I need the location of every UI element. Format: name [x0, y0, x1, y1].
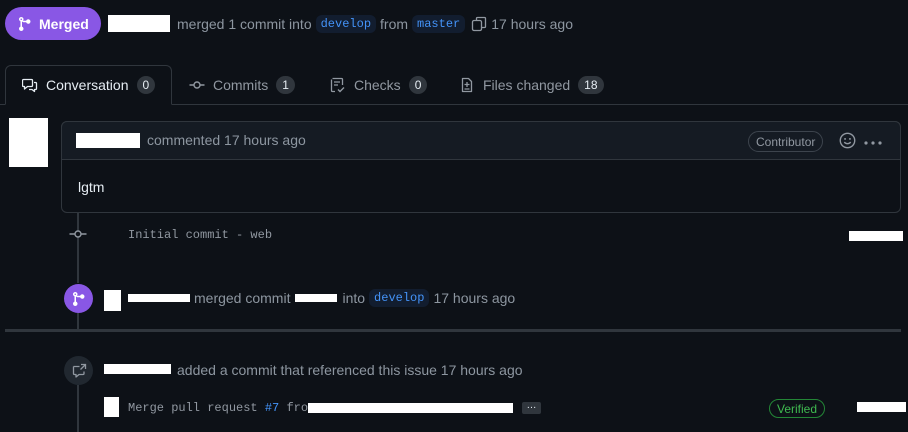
cross-reference-badge [64, 356, 93, 385]
tab-commits[interactable]: Commits 1 [189, 65, 295, 105]
merge-summary: merged 1 commit into develop from master… [177, 14, 573, 34]
merger-name-redacted[interactable] [128, 294, 190, 302]
kebab-horizontal-icon[interactable] [864, 135, 882, 151]
timeline-line [77, 213, 79, 283]
merge-event-time: 17 hours ago [433, 290, 516, 306]
merge-into-text: into [342, 290, 366, 306]
tab-files-changed-count: 18 [578, 76, 604, 94]
git-commit-icon [69, 226, 87, 245]
merge-time: 17 hours ago [491, 16, 573, 32]
source-branch-redacted[interactable] [308, 403, 513, 413]
cross-reference-icon [72, 363, 86, 378]
referencer-avatar[interactable] [104, 397, 119, 417]
tab-checks-label: Checks [354, 77, 401, 93]
commit-message[interactable]: Initial commit - web [128, 228, 272, 242]
merge-target-branch[interactable]: develop [369, 289, 430, 307]
timeline-line [77, 313, 79, 329]
smiley-icon[interactable] [839, 132, 856, 152]
git-merge-icon [19, 16, 31, 31]
tab-commits-count: 1 [276, 76, 295, 94]
from-text: from [380, 16, 409, 32]
merge-commit-sha-redacted[interactable] [295, 294, 338, 302]
git-merge-icon [72, 291, 84, 306]
commit-sha-redacted[interactable] [849, 231, 903, 241]
file-diff-icon [461, 77, 473, 93]
contributor-badge: Contributor [748, 131, 824, 152]
merge-action-text: merged 1 commit into [177, 16, 312, 32]
merged-status-label: Merged [39, 15, 89, 32]
author-redacted[interactable] [108, 15, 170, 32]
comment-body: lgtm [78, 179, 105, 195]
referenced-commit-prefix: Merge pull request [128, 401, 258, 415]
timeline-separator [5, 329, 901, 332]
referencer-name-redacted[interactable] [104, 364, 171, 374]
tab-files-changed-label: Files changed [483, 77, 571, 93]
merger-avatar[interactable] [104, 290, 121, 311]
target-branch[interactable]: develop [315, 15, 377, 33]
source-branch[interactable]: master [412, 15, 466, 33]
merged-status-badge: Merged [5, 7, 101, 40]
merge-event-label: merged commit [194, 290, 291, 306]
checklist-icon [330, 77, 345, 93]
comment-meta: commented 17 hours ago [147, 132, 306, 148]
merge-event-badge [64, 284, 93, 313]
tab-checks[interactable]: Checks 0 [330, 65, 428, 105]
tab-commits-label: Commits [213, 77, 269, 93]
timeline-line [77, 385, 79, 432]
verified-badge[interactable]: Verified [769, 399, 826, 418]
git-commit-icon [189, 81, 205, 89]
expand-commit-button[interactable]: … [522, 401, 541, 414]
tab-conversation[interactable]: Conversation 0 [5, 65, 172, 105]
tab-checks-count: 0 [408, 76, 428, 94]
pr-link[interactable]: #7 [265, 401, 279, 415]
tab-files-changed[interactable]: Files changed 18 [459, 65, 604, 105]
tab-conversation-count: 0 [136, 76, 156, 94]
referenced-commit-message[interactable]: Merge pull request #7 from [128, 401, 315, 415]
copy-icon[interactable] [471, 16, 487, 32]
commenter-name-redacted[interactable] [76, 133, 140, 148]
reference-event-text: added a commit that referenced this issu… [177, 362, 523, 378]
comment-discussion-icon [22, 78, 38, 93]
referenced-commit-sha-redacted[interactable] [857, 402, 906, 412]
merge-event-text: merged commit into develop 17 hours ago [194, 288, 515, 308]
tab-conversation-label: Conversation [46, 77, 129, 93]
commenter-avatar[interactable] [9, 118, 48, 167]
